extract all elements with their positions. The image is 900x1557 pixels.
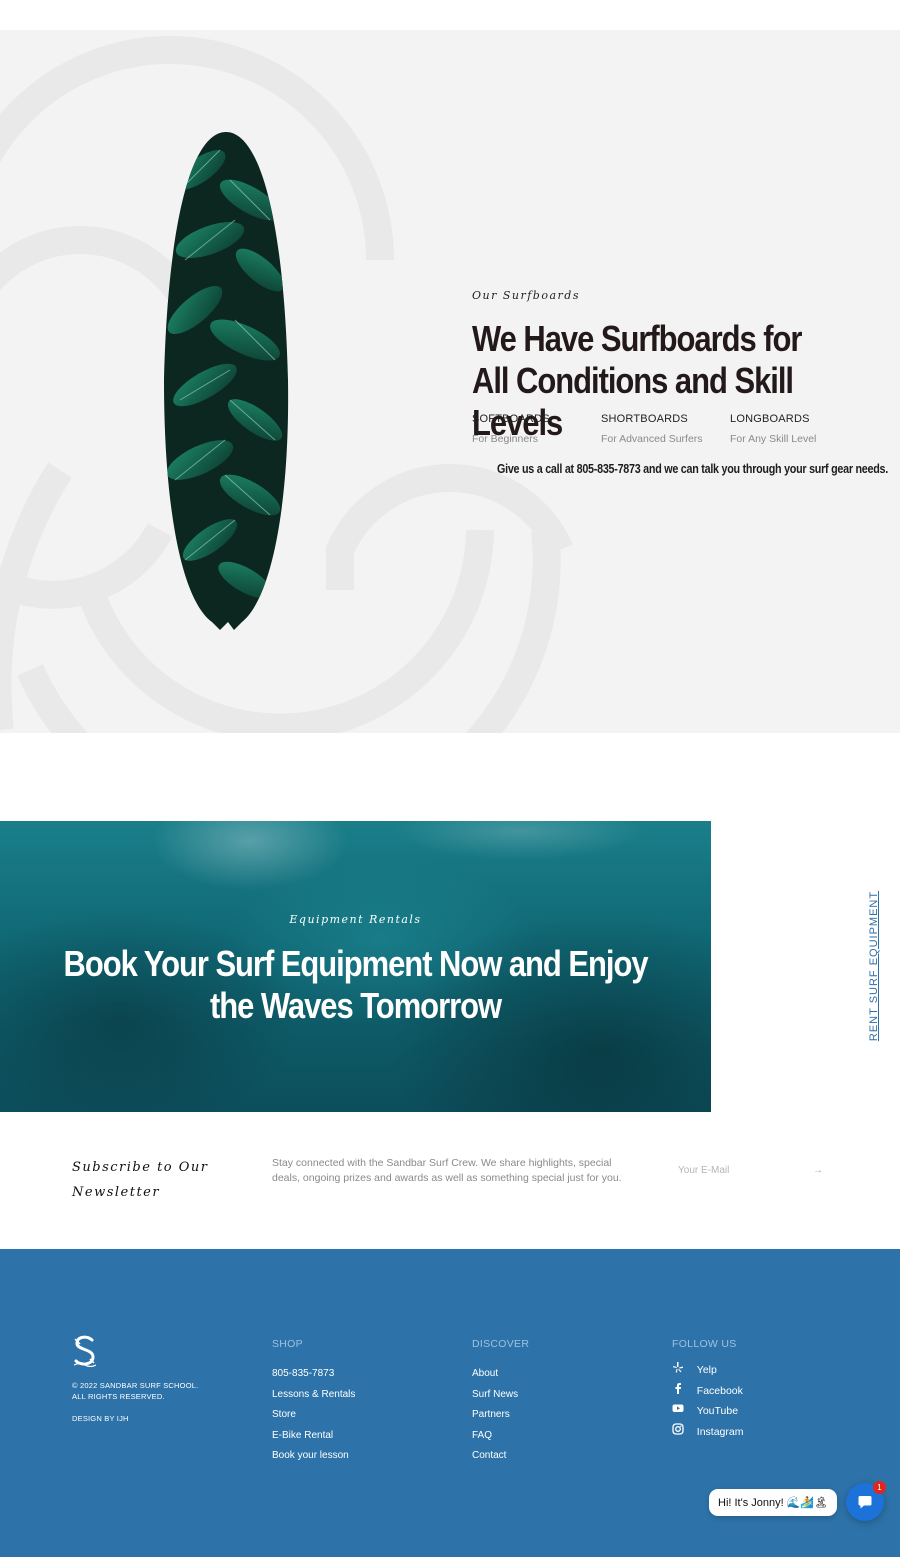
category-name: SOFTBOARDS bbox=[472, 413, 550, 425]
sandbar-logo[interactable] bbox=[72, 1335, 98, 1367]
instagram-icon bbox=[672, 1422, 684, 1435]
submit-arrow-icon[interactable]: → bbox=[813, 1165, 823, 1176]
chat-greeting-bubble[interactable]: Hi! It's Jonny! 🌊🏄🏝 bbox=[709, 1489, 838, 1516]
surfboard-image bbox=[164, 132, 289, 630]
rentals-title: Book Your Surf Equipment Now and Enjoy t… bbox=[63, 943, 648, 1026]
footer-link-store[interactable]: Store bbox=[272, 1405, 355, 1426]
social-link-yelp[interactable]: Yelp bbox=[672, 1360, 743, 1381]
footer-link-lessons-rentals[interactable]: Lessons & Rentals bbox=[272, 1385, 355, 1406]
yelp-icon bbox=[673, 1362, 683, 1373]
footer-link-faq[interactable]: FAQ bbox=[472, 1426, 529, 1447]
youtube-icon bbox=[672, 1404, 684, 1412]
footer-link-ebike-rental[interactable]: E-Bike Rental bbox=[272, 1426, 355, 1447]
social-label: Facebook bbox=[696, 1384, 743, 1397]
chat-icon bbox=[858, 1496, 872, 1509]
rentals-eyebrow: Equipment Rentals bbox=[289, 913, 422, 926]
footer-column-heading: FOLLOW US bbox=[672, 1338, 737, 1350]
social-link-instagram[interactable]: Instagram bbox=[672, 1422, 743, 1443]
footer-link-about[interactable]: About bbox=[472, 1364, 529, 1385]
rent-surf-equipment-link[interactable]: RENT SURF EQUIPMENT bbox=[868, 891, 880, 1041]
board-categories: SOFTBOARDS For Beginners SHORTBOARDS For… bbox=[472, 413, 859, 445]
footer-column-heading: SHOP bbox=[272, 1338, 303, 1350]
category-softboards: SOFTBOARDS For Beginners bbox=[472, 413, 601, 445]
page: Our Surfboards We Have Surfboards for Al… bbox=[0, 0, 900, 1557]
footer-link-book-lesson[interactable]: Book your lesson bbox=[272, 1446, 355, 1467]
footer-column-heading: DISCOVER bbox=[472, 1338, 530, 1350]
category-subtitle: For Any Skill Level bbox=[730, 433, 817, 445]
category-longboards: LONGBOARDS For Any Skill Level bbox=[730, 413, 859, 445]
footer-link-surf-news[interactable]: Surf News bbox=[472, 1385, 529, 1406]
rentals-banner: Equipment Rentals Book Your Surf Equipme… bbox=[0, 821, 711, 1112]
design-credit: DESIGN BY IJH bbox=[72, 1414, 129, 1423]
newsletter-form: → bbox=[678, 1160, 823, 1180]
footer-link-partners[interactable]: Partners bbox=[472, 1405, 529, 1426]
social-label: Instagram bbox=[696, 1425, 744, 1438]
footer-follow-column: FOLLOW US Yelp Facebook YouTube Instagra… bbox=[672, 1338, 743, 1442]
category-name: LONGBOARDS bbox=[730, 413, 810, 425]
social-link-facebook[interactable]: Facebook bbox=[672, 1381, 743, 1402]
email-input[interactable] bbox=[678, 1164, 798, 1176]
chat-notification-badge: 1 bbox=[873, 1481, 886, 1494]
category-subtitle: For Advanced Surfers bbox=[601, 433, 703, 445]
footer-link-contact[interactable]: Contact bbox=[472, 1446, 529, 1467]
footer-link-phone[interactable]: 805-835-7873 bbox=[272, 1364, 355, 1385]
newsletter-title: Subscribe to Our Newsletter bbox=[72, 1160, 209, 1200]
social-link-youtube[interactable]: YouTube bbox=[672, 1401, 743, 1422]
category-subtitle: For Beginners bbox=[472, 433, 538, 445]
social-label: YouTube bbox=[696, 1405, 739, 1417]
call-to-action-text: Give us a call at 805-835-7873 and we ca… bbox=[497, 462, 889, 476]
social-label: Yelp bbox=[696, 1364, 717, 1376]
newsletter-description: Stay connected with the Sandbar Surf Cre… bbox=[272, 1157, 622, 1184]
footer-shop-column: SHOP 805-835-7873 Lessons & Rentals Stor… bbox=[272, 1338, 355, 1467]
category-shortboards: SHORTBOARDS For Advanced Surfers bbox=[601, 413, 730, 445]
surfboards-section: Our Surfboards We Have Surfboards for Al… bbox=[0, 30, 900, 733]
section-eyebrow: Our Surfboards bbox=[472, 289, 580, 302]
facebook-icon bbox=[675, 1382, 681, 1394]
copyright-text: © 2022 SANDBAR SURF SCHOOL. ALL RIGHTS R… bbox=[72, 1381, 199, 1401]
footer-discover-column: DISCOVER About Surf News Partners FAQ Co… bbox=[472, 1338, 529, 1467]
category-name: SHORTBOARDS bbox=[601, 413, 688, 425]
